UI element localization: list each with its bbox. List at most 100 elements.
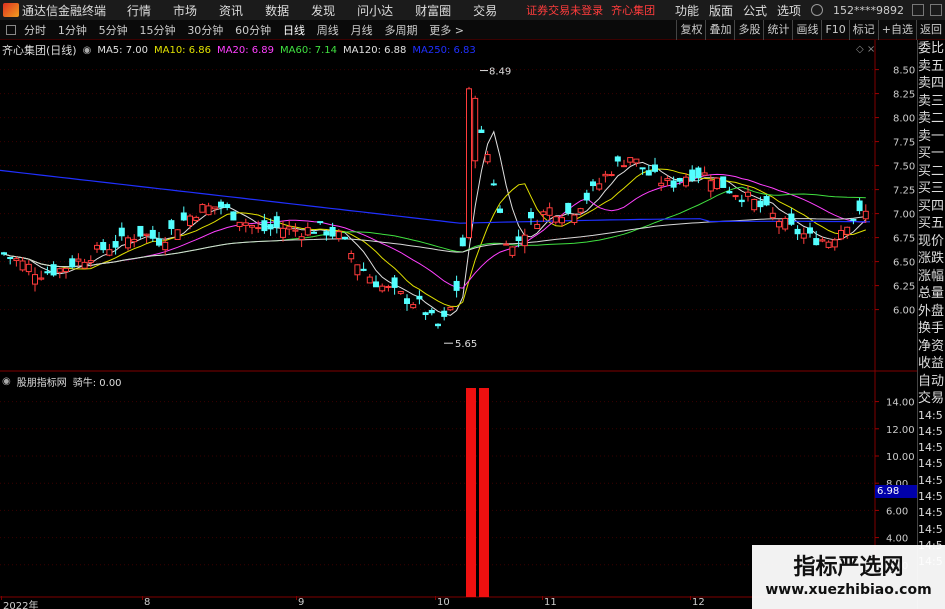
candle-body	[317, 221, 324, 224]
indicator-tick-label: 4.00	[886, 534, 908, 545]
price-tick-label: 8.00	[893, 114, 915, 125]
candle-body	[862, 210, 869, 220]
price-tick-label: 6.50	[893, 258, 915, 269]
ma20-label: MA20: 6.89	[217, 44, 275, 56]
date-axis: 2022年 8 9 10 11 12	[0, 596, 875, 609]
candle-body	[354, 264, 361, 276]
pane-control-icon[interactable]: ◇ ×	[856, 44, 875, 55]
candle-body	[373, 281, 379, 288]
candle-body	[385, 286, 392, 289]
kline-chart[interactable]: 8.50 8.25 8.00 7.75 7.50 7.25 7.00 6.75 6.50 6.25…	[0, 0, 917, 609]
candle-body	[515, 236, 522, 242]
candle-body	[552, 216, 559, 223]
indicator-value: 骑牛: 0.00	[72, 378, 122, 389]
side-label-16: 换手	[918, 321, 945, 336]
candle-body	[162, 241, 169, 251]
candle-body	[267, 224, 274, 230]
price-tick-label: 7.00	[893, 210, 915, 221]
side-label-4: 卖二	[918, 111, 945, 126]
candle-body	[348, 253, 355, 260]
candle-body	[447, 306, 454, 311]
candle-body	[850, 218, 857, 221]
price-tick-label: 8.50	[893, 66, 915, 77]
candle-body	[75, 258, 82, 262]
candle-body	[484, 154, 491, 163]
indicator-legend: ◉ 股朋指标网 骑牛: 0.00	[2, 374, 128, 389]
candle-body	[13, 258, 20, 262]
candle-body	[106, 249, 113, 256]
candle-body	[304, 227, 311, 236]
candle-body	[726, 190, 733, 194]
candle-body	[311, 231, 317, 234]
side-label-11: 现价	[918, 233, 945, 249]
price-tick-label: 7.75	[893, 138, 915, 149]
legend-toggle-icon[interactable]: ◉	[83, 45, 92, 56]
candle-body	[174, 229, 181, 240]
candle-body	[838, 229, 844, 240]
candle-body	[769, 212, 776, 219]
candle-body	[242, 222, 249, 226]
candle-body	[807, 227, 813, 234]
candle-body	[763, 196, 770, 206]
candle-body	[50, 264, 57, 276]
candle-body	[19, 260, 26, 271]
close-button[interactable]	[930, 4, 942, 16]
ma5-line	[3, 130, 867, 316]
price-axis-ticks: 8.50 8.25 8.00 7.75 7.50 7.25 7.00 6.75 6.50 6.25…	[875, 66, 915, 317]
ma120-label: MA120: 6.88	[343, 44, 407, 56]
price-tick-label: 8.25	[893, 90, 915, 101]
candle-body	[645, 170, 652, 176]
date-tick	[1, 596, 2, 600]
candle-body	[559, 217, 565, 224]
side-label-0: 委比	[918, 41, 945, 56]
candle-body	[410, 304, 417, 309]
candle-body	[714, 177, 720, 190]
main-legend: 齐心集团(日线) ◉ MA5: 7.00 MA10: 6.86 MA20: 6.…	[2, 42, 482, 58]
candle-body	[782, 217, 789, 230]
side-label-5: 卖一	[918, 128, 945, 144]
candle-body	[1, 252, 7, 255]
candle-body	[292, 229, 299, 232]
candle-body	[633, 158, 640, 164]
candle-body	[118, 227, 125, 237]
candle-body	[534, 223, 541, 229]
back-button[interactable]: 返回	[916, 20, 945, 40]
candle-body	[360, 268, 367, 271]
ma60-label: MA60: 7.14	[280, 44, 338, 56]
candle-body	[428, 309, 435, 314]
candle-body	[546, 207, 553, 216]
candle-body	[825, 241, 832, 248]
side-label-7: 买二	[918, 163, 945, 179]
candle-body	[435, 323, 441, 327]
candle-body	[63, 267, 69, 273]
candle-body	[453, 280, 460, 291]
trade-time-6: 14:5	[918, 506, 943, 520]
candle-body	[342, 236, 348, 240]
candle-body	[218, 201, 224, 208]
candle-body	[38, 277, 45, 280]
candle-body	[416, 295, 423, 300]
side-label-15: 外盘	[918, 303, 945, 319]
side-label-19: 自动	[918, 373, 945, 389]
side-labels: 委比 卖五 卖四 卖三 卖二 卖一 买一 买二 买三 买四 买五 现价 涨跌 涨幅 总量 外盘 换手 净资 收益 自动…	[918, 40, 945, 408]
candle-body	[497, 208, 503, 213]
candle-body	[751, 198, 758, 211]
candle-body	[676, 177, 683, 182]
candle-body	[614, 156, 621, 162]
candle-body	[379, 285, 386, 292]
candle-body	[156, 238, 162, 246]
side-label-12: 涨跌	[918, 251, 945, 266]
candle-body	[397, 291, 404, 294]
candle-body	[261, 220, 268, 232]
candle-body	[701, 172, 708, 176]
side-label-20: 交易	[918, 391, 945, 406]
watermark-url: www.xuezhibiao.com	[765, 582, 932, 598]
candle-body	[280, 227, 286, 238]
candle-body	[199, 204, 206, 213]
candle-body	[490, 183, 497, 186]
date-tick	[142, 596, 143, 600]
candle-body	[831, 239, 838, 248]
date-label-0: 2022年	[3, 601, 39, 609]
indicator-toggle-icon[interactable]: ◉	[2, 376, 11, 387]
candle-body	[732, 195, 739, 198]
